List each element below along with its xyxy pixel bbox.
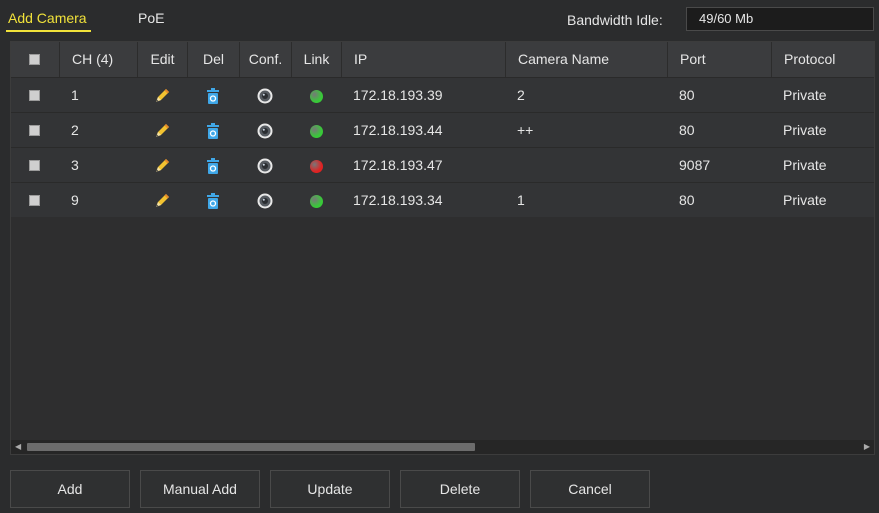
pencil-icon[interactable] [153, 192, 171, 210]
row-checkbox[interactable] [29, 125, 40, 136]
header-conf: Conf. [239, 42, 291, 77]
table-row[interactable]: 9 172.18.193.34 1 80 Private [11, 182, 874, 217]
pencil-icon[interactable] [153, 87, 171, 105]
link-status-icon [309, 124, 323, 138]
tab-bar: Add Camera PoE Bandwidth Idle: 49/60 Mb [0, 0, 879, 36]
cancel-button[interactable]: Cancel [530, 470, 650, 508]
row-camera-name: 2 [517, 87, 525, 103]
row-link-cell [291, 78, 341, 113]
camera-lens-icon[interactable] [256, 87, 274, 105]
row-ch: 2 [71, 122, 79, 138]
update-button[interactable]: Update [270, 470, 390, 508]
row-protocol: Private [783, 192, 827, 208]
row-select-cell [11, 183, 59, 218]
header-port[interactable]: Port [667, 42, 771, 77]
row-select-cell [11, 148, 59, 183]
camera-table: CH (4) Edit Del Conf. Link IP Camera Nam… [10, 41, 875, 455]
header-ch[interactable]: CH (4) [59, 42, 137, 77]
row-protocol: Private [783, 87, 827, 103]
header-select-all-cell [11, 42, 59, 77]
row-checkbox[interactable] [29, 195, 40, 206]
row-edit-cell [137, 113, 187, 148]
pencil-icon[interactable] [153, 122, 171, 140]
row-del-cell [187, 183, 239, 218]
link-status-icon [309, 159, 323, 173]
horizontal-scrollbar[interactable]: ◀ ▶ [11, 440, 874, 454]
row-protocol: Private [783, 157, 827, 173]
row-ip: 172.18.193.44 [353, 122, 443, 138]
row-ch: 3 [71, 157, 79, 173]
row-camera-name: ++ [517, 122, 534, 138]
row-port: 9087 [679, 157, 711, 173]
table-header: CH (4) Edit Del Conf. Link IP Camera Nam… [11, 42, 874, 77]
row-conf-cell [239, 78, 291, 113]
row-del-cell [187, 78, 239, 113]
manual-add-button[interactable]: Manual Add [140, 470, 260, 508]
row-port: 80 [679, 87, 695, 103]
row-port: 80 [679, 122, 695, 138]
row-del-cell [187, 148, 239, 183]
row-conf-cell [239, 183, 291, 218]
trash-icon[interactable] [205, 87, 221, 105]
row-ch: 9 [71, 192, 79, 208]
row-checkbox[interactable] [29, 160, 40, 171]
trash-icon[interactable] [205, 157, 221, 175]
row-camera-name [505, 148, 667, 183]
header-del: Del [187, 42, 239, 77]
add-button[interactable]: Add [10, 470, 130, 508]
scroll-right-arrow-icon[interactable]: ▶ [864, 443, 870, 451]
pencil-icon[interactable] [153, 157, 171, 175]
row-link-cell [291, 183, 341, 218]
delete-button[interactable]: Delete [400, 470, 520, 508]
row-ch: 1 [71, 87, 79, 103]
row-ip: 172.18.193.34 [353, 192, 443, 208]
row-select-cell [11, 78, 59, 113]
header-protocol[interactable]: Protocol [771, 42, 874, 77]
table-row[interactable]: 1 172.18.193.39 2 80 Private [11, 77, 874, 112]
row-select-cell [11, 113, 59, 148]
row-link-cell [291, 113, 341, 148]
row-edit-cell [137, 183, 187, 218]
row-conf-cell [239, 113, 291, 148]
table-row[interactable]: 3 172.18.193.47 9087 Private [11, 147, 874, 182]
camera-lens-icon[interactable] [256, 157, 274, 175]
table-row[interactable]: 2 172.18.193.44 ++ 80 Private [11, 112, 874, 147]
row-conf-cell [239, 148, 291, 183]
row-edit-cell [137, 148, 187, 183]
tab-add-camera[interactable]: Add Camera [6, 10, 91, 32]
header-camera-name[interactable]: Camera Name [505, 42, 667, 77]
bandwidth-label: Bandwidth Idle: [567, 12, 663, 28]
select-all-checkbox[interactable] [29, 54, 40, 65]
bandwidth-value: 49/60 Mb [686, 7, 874, 31]
scroll-left-arrow-icon[interactable]: ◀ [15, 443, 21, 451]
row-checkbox[interactable] [29, 90, 40, 101]
row-protocol: Private [783, 122, 827, 138]
row-ip: 172.18.193.47 [353, 157, 443, 173]
header-ip[interactable]: IP [341, 42, 505, 77]
trash-icon[interactable] [205, 122, 221, 140]
row-ip: 172.18.193.39 [353, 87, 443, 103]
row-port: 80 [679, 192, 695, 208]
link-status-icon [309, 194, 323, 208]
header-edit: Edit [137, 42, 187, 77]
camera-lens-icon[interactable] [256, 122, 274, 140]
row-edit-cell [137, 78, 187, 113]
trash-icon[interactable] [205, 192, 221, 210]
row-link-cell [291, 148, 341, 183]
tab-poe[interactable]: PoE [138, 10, 164, 26]
row-camera-name: 1 [517, 192, 525, 208]
row-del-cell [187, 113, 239, 148]
link-status-icon [309, 89, 323, 103]
camera-lens-icon[interactable] [256, 192, 274, 210]
header-link: Link [291, 42, 341, 77]
scrollbar-thumb[interactable] [27, 443, 475, 451]
